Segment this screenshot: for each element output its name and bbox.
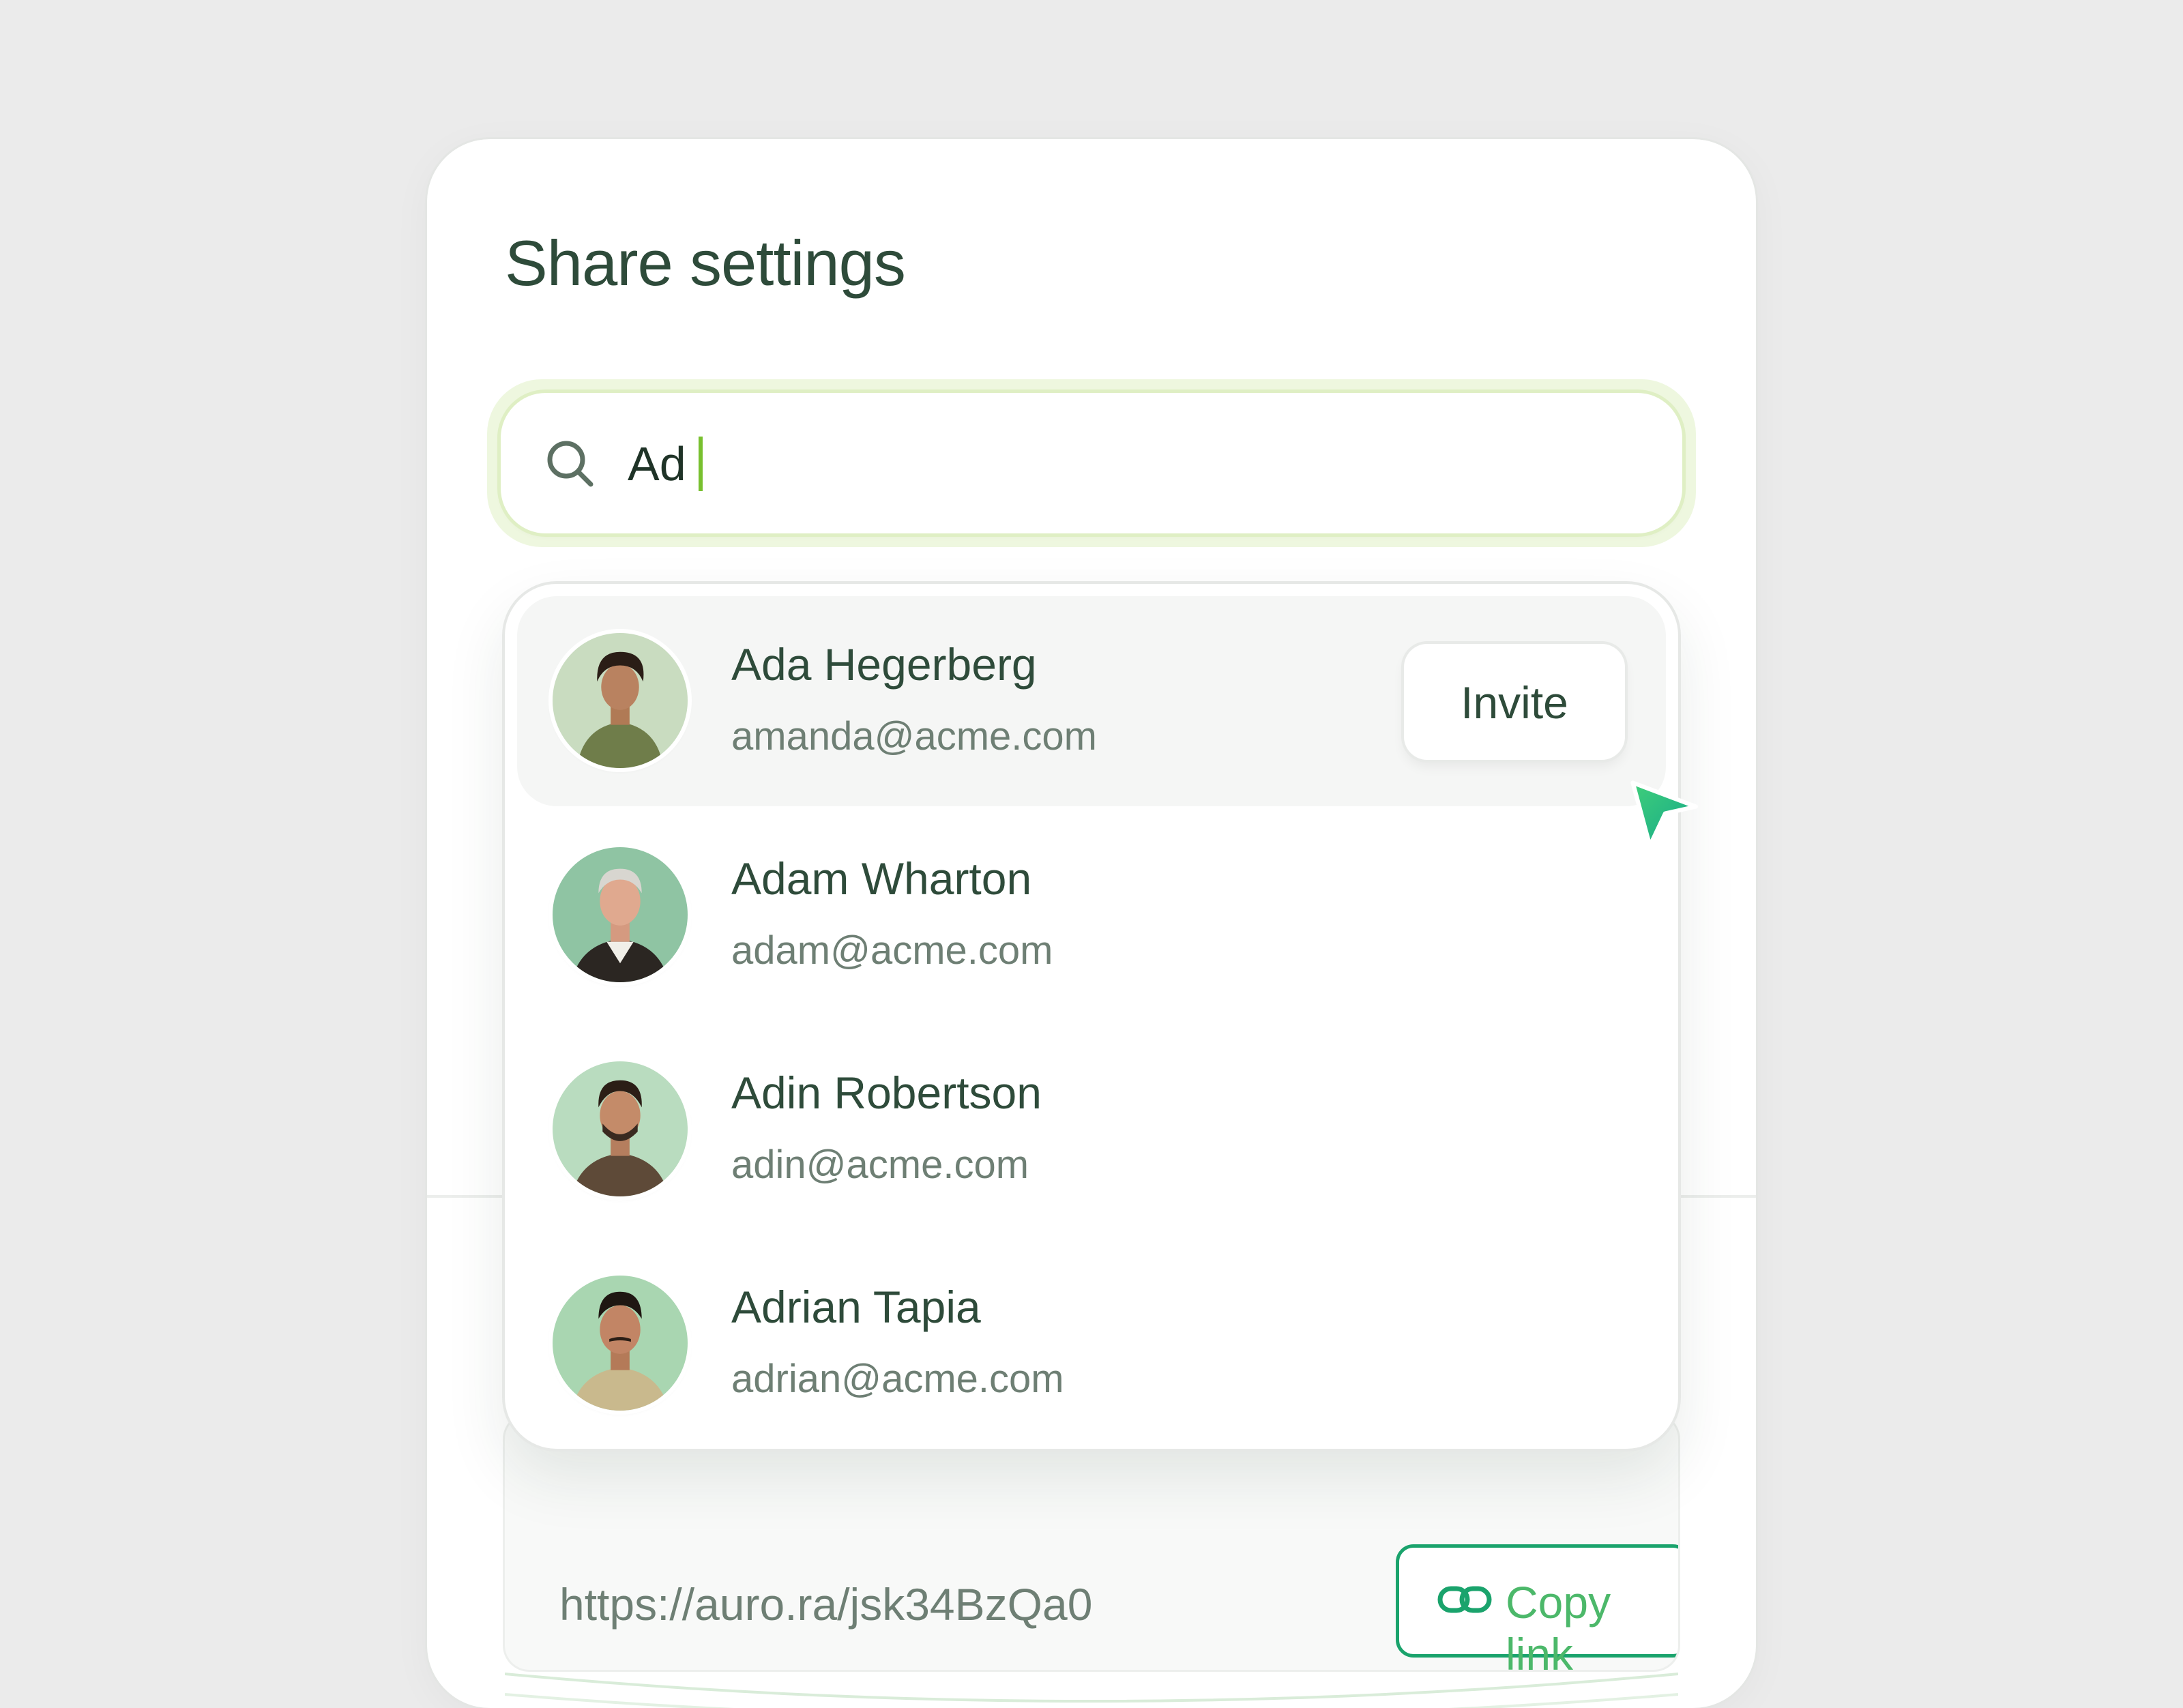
result-email: adam@acme.com [731,928,1053,973]
result-name: Ada Hegerberg [731,639,1037,690]
copy-link-button[interactable]: Copy link [1396,1544,1678,1670]
result-email: adin@acme.com [731,1143,1029,1187]
result-row[interactable]: Adrian Tapia adrian@acme.com [517,1239,1666,1449]
decorative-arcs [505,1673,1678,1708]
avatar [553,1061,688,1196]
search-icon [547,441,594,487]
cursor-arrow-icon [1630,780,1699,849]
result-name: Adin Robertson [731,1068,1042,1118]
avatar [553,847,688,982]
search-input[interactable]: Ad [501,393,1682,533]
result-row[interactable]: Adin Robertson adin@acme.com [517,1025,1666,1235]
result-name: Adam Wharton [731,853,1032,904]
result-row[interactable]: Ada Hegerberg amanda@acme.com Invite [517,596,1666,806]
copy-link-label: Copy link [1506,1577,1611,1670]
share-link-row: https://auro.ra/jsk34BzQa0 Copy link [505,1415,1678,1670]
invite-button-label: Invite [1461,677,1568,728]
invite-button[interactable]: Invite [1404,644,1625,760]
result-email: amanda@acme.com [731,714,1097,759]
avatar [553,1276,688,1411]
avatar [553,633,688,768]
result-email: adrian@acme.com [731,1357,1064,1401]
search-value[interactable]: Ad [628,431,686,497]
result-row[interactable]: Adam Wharton adam@acme.com [517,810,1666,1020]
share-link-url[interactable]: https://auro.ra/jsk34BzQa0 [559,1578,1092,1630]
link-icon [1437,1586,1492,1613]
page-title: Share settings [505,227,906,299]
search-results-dropdown: Ada Hegerberg amanda@acme.com Invite Ada… [505,584,1678,1449]
text-caret [699,437,703,491]
result-name: Adrian Tapia [731,1282,981,1332]
